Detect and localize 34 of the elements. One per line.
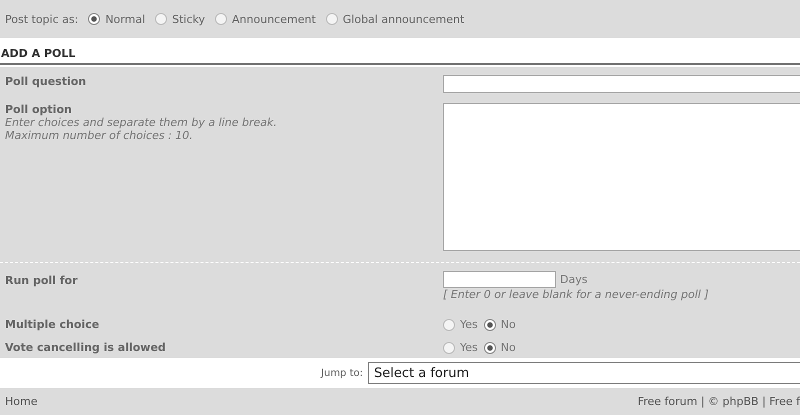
field-label: Run poll for [5,274,78,287]
choice-radio[interactable]: No [484,341,516,354]
radio-icon[interactable] [215,13,228,25]
field-label: Vote cancelling is allowed [5,341,166,354]
days-unit: Days [560,273,588,286]
topic-type-radio[interactable]: Sticky [155,12,206,26]
radio-icon[interactable] [443,318,455,330]
choice-radio[interactable]: No [484,318,516,331]
field-label: Poll question [5,75,86,88]
radio-icon[interactable] [155,13,168,25]
radio-icon[interactable] [484,342,496,354]
choice-radio[interactable]: Yes [443,341,478,354]
field-label: Poll option [5,103,73,116]
days-field[interactable] [443,271,556,288]
topic-type-radio[interactable]: Global announcement [326,12,464,26]
topic-type-radio[interactable]: Announcement [215,12,316,26]
topic-type-radio[interactable]: Normal [88,12,146,26]
post-topic-label: Post topic as: [5,12,78,26]
field-label: Multiple choice [5,318,100,331]
home-link[interactable]: Home [5,395,38,408]
field-hint: [ Enter 0 or leave blank for a never-ending poll ] [443,288,710,301]
jump-label: Jump to: [321,368,363,378]
section-title: ADD A POLL [1,47,76,60]
field-hint: Enter choices and separate them by a line break. [5,116,278,129]
radio-icon[interactable] [443,342,455,354]
choice-radio[interactable]: Yes [443,318,478,331]
footer-links: Free forum | © phpBB | Free f [638,395,800,408]
radio-icon[interactable] [484,318,496,330]
field-hint: Maximum number of choices : 10. [5,129,194,142]
radio-icon[interactable] [88,13,100,25]
forum-select[interactable]: Select a forum [368,362,800,384]
poll-options-field[interactable] [443,103,800,251]
radio-icon[interactable] [326,13,338,25]
poll-question-field[interactable] [443,75,800,93]
